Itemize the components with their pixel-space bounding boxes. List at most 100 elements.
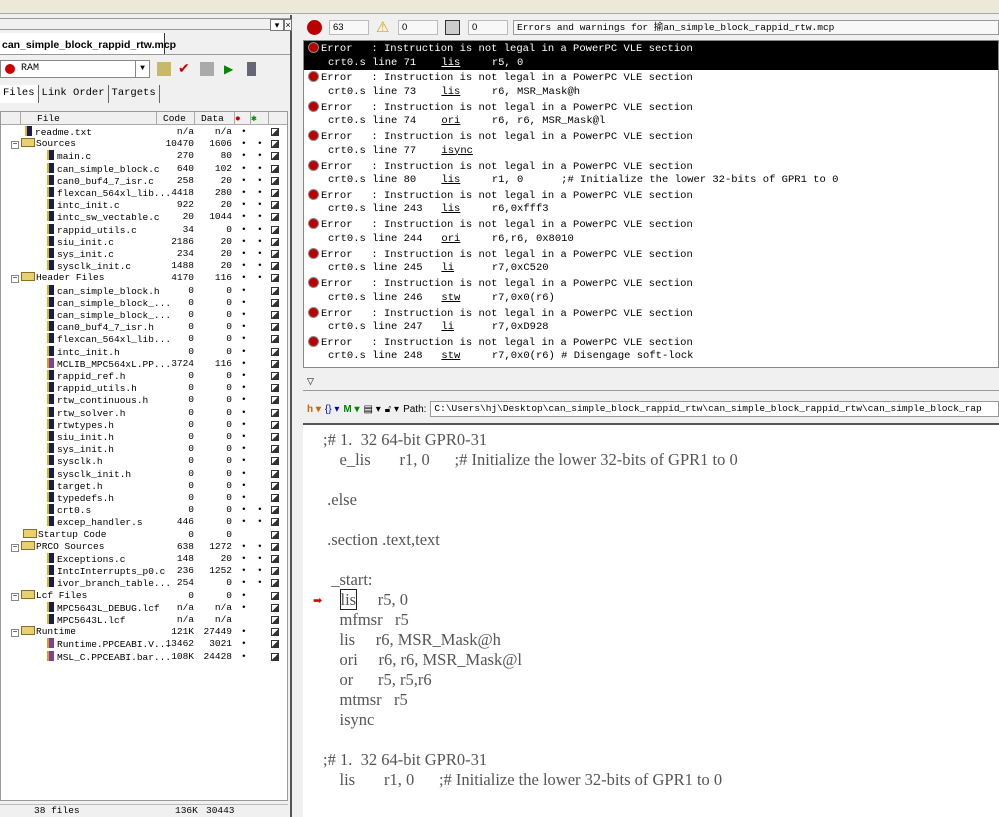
file-menu-icon[interactable] [271,616,279,624]
debug-dot-icon[interactable]: • [241,370,247,382]
file-row[interactable]: can_simple_block.c 640 102 • • [1,162,287,175]
file-row[interactable]: typedefs.h 0 0 • [1,492,287,504]
file-menu-icon[interactable] [271,481,279,490]
debug-dot-icon[interactable]: • [241,126,247,138]
file-row[interactable]: rtwtypes.h 0 0 • [1,418,287,431]
file-menu-icon[interactable] [271,628,279,637]
file-menu-icon[interactable] [271,311,279,319]
file-menu-icon[interactable] [271,347,279,356]
debug-dot-icon[interactable]: • [241,516,247,528]
file-menu-icon[interactable] [271,164,279,173]
error-item[interactable]: Error : Instruction is not legal in a Po… [304,100,998,129]
debug-icon[interactable]: ▶ [224,62,238,76]
target-dot-icon[interactable]: • [257,187,263,199]
file-menu-icon[interactable] [271,274,279,283]
debug-dot-icon[interactable]: • [241,443,247,455]
file-menu-icon[interactable] [271,128,279,136]
tab-files[interactable]: Files [0,85,39,103]
file-row[interactable]: Runtime.PPCEABI.V... 13462 3021 • [1,638,287,650]
file-menu-icon[interactable] [271,237,279,246]
file-row[interactable]: excep_handler.s 446 0 • • [1,516,287,528]
target-dot-icon[interactable]: • [257,236,263,248]
file-row[interactable]: sys_init.c 234 20 • • [1,248,287,260]
debug-dot-icon[interactable]: • [241,150,247,162]
file-row[interactable]: IntcInterrupts_p0.c 236 1252 • • [1,565,287,577]
collapse-icon[interactable]: − [11,592,19,601]
debug-dot-icon[interactable]: • [241,187,247,199]
debug-dot-icon[interactable]: • [241,260,247,272]
file-row[interactable]: siu_init.c 2186 20 • • [1,235,287,248]
file-row[interactable]: flexcan_564xl_lib... 0 0 • [1,333,287,345]
chevron-down-icon[interactable]: ▼ [135,61,149,77]
target-dot-icon[interactable]: • [257,163,263,175]
target-dot-icon[interactable]: • [257,260,263,272]
debug-dot-icon[interactable]: • [241,431,247,443]
file-menu-icon[interactable] [271,640,279,649]
debug-dot-icon[interactable]: • [241,382,247,394]
marker-menu-icon[interactable]: M ▾ [343,404,359,415]
target-dot-icon[interactable]: • [257,199,263,211]
target-dot-icon[interactable]: • [257,224,263,236]
file-menu-icon[interactable] [271,542,279,551]
collapse-icon[interactable]: − [11,543,19,552]
error-item[interactable]: Error : Instruction is not legal in a Po… [304,306,998,335]
file-menu-icon[interactable] [271,420,279,429]
file-menu-icon[interactable] [271,506,279,515]
debug-dot-icon[interactable]: • [241,272,247,284]
file-menu-icon[interactable] [271,372,279,380]
debug-dot-icon[interactable]: • [241,553,247,565]
file-menu-icon[interactable] [271,176,279,185]
collapse-icon[interactable]: ▽ [307,376,314,387]
debug-dot-icon[interactable]: • [241,626,247,638]
file-row[interactable]: intc_sw_vectable.c 20 1044 • • [1,211,287,223]
file-menu-icon[interactable] [271,555,279,563]
file-row[interactable]: can_simple_block_... 0 0 • [1,296,287,309]
header-menu-icon[interactable]: h ▾ [307,404,321,415]
collapse-icon[interactable]: − [11,629,19,638]
file-menu-icon[interactable] [271,384,279,393]
close-button[interactable]: × [284,19,292,31]
file-row[interactable]: sysclk_init.c 1488 20 • • [1,260,287,272]
debug-dot-icon[interactable]: • [241,309,247,321]
document-menu-icon[interactable]: ▤ ▾ [364,404,381,415]
debug-dot-icon[interactable]: • [241,297,247,309]
code-editor[interactable]: ➡ ;# 1. 32 64-bit GPR0-31 e_lis r1, 0 ;#… [303,423,999,817]
file-menu-icon[interactable] [271,286,279,295]
file-menu-icon[interactable] [271,591,279,600]
target-dot-icon[interactable]: • [257,553,263,565]
debug-dot-icon[interactable]: • [241,480,247,492]
file-row[interactable]: rappid_utils.c 34 0 • • [1,223,287,236]
error-item[interactable]: Error : Instruction is not legal in a Po… [304,129,998,158]
debug-dot-icon[interactable]: • [241,333,247,345]
file-menu-icon[interactable] [271,408,279,417]
debug-dot-icon[interactable]: • [241,321,247,333]
file-menu-icon[interactable] [271,298,279,307]
error-item[interactable]: Error : Instruction is not legal in a Po… [304,276,998,305]
file-row[interactable]: MCLIB_MPC564xL.PP... 3724 116 • [1,357,287,370]
settings-icon[interactable] [157,62,171,76]
lock-icon[interactable]: 🔓︎ ▾ [385,404,399,415]
file-menu-icon[interactable] [271,396,279,405]
error-item[interactable]: Error : Instruction is not legal in a Po… [304,70,998,99]
collapse-icon[interactable]: − [11,141,19,150]
file-row[interactable]: can_simple_block.h 0 0 • [1,284,287,297]
debug-dot-icon[interactable]: • [241,492,247,504]
debug-dot-icon[interactable]: • [241,455,247,467]
debug-dot-icon[interactable]: • [241,651,247,663]
file-row[interactable]: sys_init.h 0 0 • [1,443,287,455]
file-row[interactable]: Exceptions.c 148 20 • • [1,553,287,565]
file-row[interactable]: intc_init.c 922 20 • • [1,199,287,211]
warning-filter-icon[interactable]: ⚠ [376,18,389,36]
target-dot-icon[interactable]: • [257,516,263,528]
file-menu-icon[interactable] [271,445,279,454]
file-row[interactable]: − Header Files 4170 116 • • [1,272,287,284]
file-menu-icon[interactable] [271,250,279,258]
file-menu-icon[interactable] [271,262,279,271]
file-menu-icon[interactable] [271,213,279,222]
debug-dot-icon[interactable]: • [241,358,247,370]
debug-dot-icon[interactable]: • [241,248,247,260]
file-row[interactable]: siu_init.h 0 0 • [1,431,287,443]
file-row[interactable]: sysclk_init.h 0 0 • [1,467,287,480]
target-dot-icon[interactable]: • [257,504,263,516]
file-row[interactable]: can_simple_block_... 0 0 • [1,309,287,321]
